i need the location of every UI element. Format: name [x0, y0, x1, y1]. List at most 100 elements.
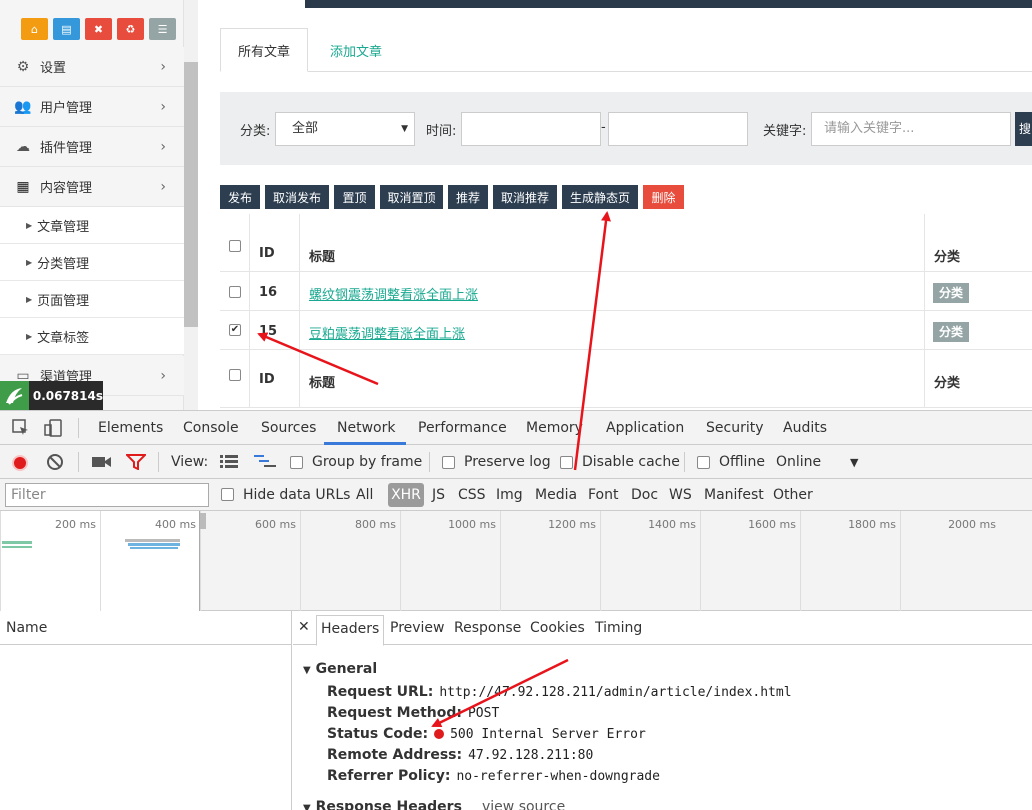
type-css[interactable]: CSS [458, 487, 486, 503]
menu-settings[interactable]: ⚙ 设置 › [0, 47, 184, 87]
debug-timer[interactable]: 0.067814s [0, 381, 103, 410]
tab-all-articles[interactable]: 所有文章 [220, 28, 308, 72]
tab-add-article[interactable]: 添加文章 [316, 28, 396, 72]
view-label: View: [171, 454, 209, 470]
hide-data-urls-checkbox[interactable] [221, 488, 234, 501]
search-button[interactable]: 搜 [1015, 112, 1032, 146]
divider [429, 452, 430, 472]
tab-sources[interactable]: Sources [261, 420, 316, 436]
grid-icon: ▦ [16, 178, 30, 195]
tab-audits[interactable]: Audits [783, 420, 827, 436]
row-title-link[interactable]: 螺纹钢震荡调整看涨全面上涨 [309, 284, 478, 303]
tab-console[interactable]: Console [183, 420, 239, 436]
timeline-tick: 2000 ms [900, 511, 1000, 611]
offline-checkbox[interactable] [697, 456, 710, 469]
header-category: 分类 [934, 250, 961, 265]
trash-icon[interactable]: ✖ [85, 18, 112, 40]
tab-timing[interactable]: Timing [595, 620, 642, 636]
row-checkbox[interactable] [229, 286, 241, 298]
unrecommend-button[interactable]: 取消推荐 [493, 185, 557, 209]
file-icon[interactable]: ▤ [53, 18, 80, 40]
recycle-icon[interactable]: ♻ [117, 18, 144, 40]
publish-button[interactable]: 发布 [220, 185, 260, 209]
type-img[interactable]: Img [496, 487, 523, 503]
type-doc[interactable]: Doc [631, 487, 658, 503]
general-section-header[interactable]: ▼ General [303, 661, 377, 677]
type-ws[interactable]: WS [669, 487, 692, 503]
filter-icon[interactable] [124, 454, 148, 474]
devtools-panel: Elements Console Sources Network Perform… [0, 410, 1032, 810]
disable-cache-checkbox[interactable] [560, 456, 573, 469]
large-rows-icon[interactable] [220, 455, 238, 473]
admin-page: ⌂ ▤ ✖ ♻ ☰ ⚙ 设置 › 👥 用户管理 › ☁ 插件管理 › ▦ 内容管… [0, 0, 1032, 410]
select-all-checkbox[interactable] [229, 240, 241, 252]
menu-content[interactable]: ▦ 内容管理 › [0, 167, 184, 207]
caret-down-icon[interactable]: ▼ [850, 456, 858, 469]
offline-label: Offline [719, 454, 765, 470]
row-title-link[interactable]: 豆粕震荡调整看涨全面上涨 [309, 323, 465, 342]
submenu-categories[interactable]: ▶ 分类管理 [0, 244, 184, 281]
tab-application[interactable]: Application [606, 420, 684, 436]
unpin-button[interactable]: 取消置顶 [380, 185, 443, 209]
type-js[interactable]: JS [432, 487, 445, 503]
response-headers-section[interactable]: ▼ Response Headers [303, 799, 462, 810]
tab-elements[interactable]: Elements [98, 420, 163, 436]
group-by-frame-checkbox[interactable] [290, 456, 303, 469]
type-xhr[interactable]: XHR [388, 483, 424, 507]
type-font[interactable]: Font [588, 487, 618, 503]
record-icon[interactable] [12, 455, 28, 471]
menu-users[interactable]: 👥 用户管理 › [0, 87, 184, 127]
tab-cookies[interactable]: Cookies [530, 620, 585, 636]
waterfall-icon[interactable] [254, 455, 276, 473]
submenu-tags[interactable]: ▶ 文章标签 [0, 318, 184, 355]
category-select-value: 全部 [292, 121, 319, 136]
logo-icon [0, 381, 29, 410]
tab-headers[interactable]: Headers [316, 615, 385, 646]
select-all-checkbox-footer[interactable] [229, 369, 241, 381]
tab-security[interactable]: Security [706, 420, 764, 436]
submenu-articles[interactable]: ▶ 文章管理 [0, 207, 184, 244]
keyword-input[interactable]: 请输入关键字... [811, 112, 1011, 146]
overview-handle[interactable] [200, 513, 206, 529]
sidebar-scrollbar[interactable] [184, 62, 198, 327]
type-other[interactable]: Other [773, 487, 813, 503]
close-icon[interactable]: ✕ [298, 619, 310, 635]
end-time-input[interactable] [608, 112, 748, 146]
type-manifest[interactable]: Manifest [704, 487, 764, 503]
tab-performance[interactable]: Performance [418, 420, 507, 436]
submenu-pages[interactable]: ▶ 页面管理 [0, 281, 184, 318]
request-url-row: Request URL: http://47.92.128.211/admin/a… [327, 684, 792, 700]
pin-button[interactable]: 置顶 [334, 185, 375, 209]
type-media[interactable]: Media [535, 487, 577, 503]
start-time-input[interactable] [461, 112, 601, 146]
home-icon[interactable]: ⌂ [21, 18, 48, 40]
timeline-tick: 400 ms [100, 511, 200, 611]
clear-icon[interactable] [46, 453, 64, 475]
tab-network[interactable]: Network [337, 420, 395, 436]
tab-memory[interactable]: Memory [526, 420, 583, 436]
recommend-button[interactable]: 推荐 [448, 185, 488, 209]
row-checkbox[interactable]: ✔ [229, 324, 241, 336]
generate-static-button[interactable]: 生成静态页 [562, 185, 638, 209]
time-dash: - [601, 120, 606, 135]
tab-preview[interactable]: Preview [390, 620, 445, 636]
throttle-select[interactable]: Online [776, 454, 821, 470]
preserve-log-checkbox[interactable] [442, 456, 455, 469]
detail-tabbar: ✕ Headers Preview Response Cookies Timin… [293, 611, 1032, 646]
menu-plugins[interactable]: ☁ 插件管理 › [0, 127, 184, 167]
inspect-element-icon[interactable] [12, 419, 30, 441]
name-column-header[interactable]: Name [0, 611, 291, 645]
category-select[interactable]: 全部 ▼ [275, 112, 415, 146]
type-all[interactable]: All [356, 487, 373, 503]
network-overview[interactable]: 200 ms 400 ms 600 ms 800 ms 1000 ms 1200… [0, 511, 1032, 611]
camera-icon[interactable] [92, 455, 112, 473]
view-source-link[interactable]: view source [482, 799, 565, 810]
delete-button[interactable]: 删除 [643, 185, 684, 209]
device-toolbar-icon[interactable] [44, 419, 64, 441]
tab-response[interactable]: Response [454, 620, 521, 636]
list-icon[interactable]: ☰ [149, 18, 176, 40]
status-code-row: Status Code: 500 Internal Server Error [327, 726, 646, 742]
filter-input[interactable]: Filter [5, 483, 209, 507]
unpublish-button[interactable]: 取消发布 [265, 185, 329, 209]
timeline-tick: 1000 ms [400, 511, 500, 611]
